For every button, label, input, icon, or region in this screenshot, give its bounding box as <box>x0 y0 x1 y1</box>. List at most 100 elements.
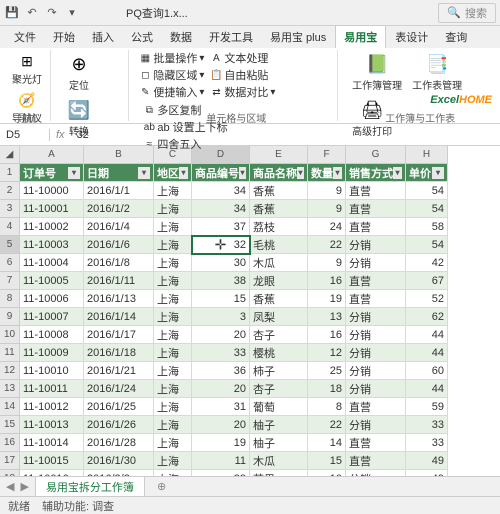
table-cell[interactable]: 22 <box>308 236 346 254</box>
table-cell[interactable]: 14 <box>308 434 346 452</box>
column-header[interactable]: F <box>308 146 346 164</box>
table-cell[interactable]: 11-10013 <box>20 416 84 434</box>
table-cell[interactable]: 2016/1/8 <box>84 254 154 272</box>
row-header[interactable]: 12 <box>0 362 20 380</box>
table-cell[interactable]: 15 <box>308 452 346 470</box>
table-cell[interactable]: 31 <box>192 398 250 416</box>
table-cell[interactable]: 上海 <box>154 398 192 416</box>
filter-dropdown-icon[interactable]: ▾ <box>393 167 402 179</box>
search-box[interactable]: 🔍 搜索 <box>438 3 496 23</box>
table-cell[interactable]: 分销 <box>346 236 406 254</box>
table-cell[interactable]: 分销 <box>346 254 406 272</box>
data-compare-button[interactable]: ⇄数据对比 ▾ <box>210 84 275 100</box>
free-paste-button[interactable]: 📋自由粘贴 <box>210 67 275 83</box>
undo-icon[interactable]: ↶ <box>24 5 40 21</box>
row-header[interactable]: 16 <box>0 434 20 452</box>
table-cell[interactable]: 19 <box>308 290 346 308</box>
table-cell[interactable]: 11-10011 <box>20 380 84 398</box>
sheet-nav-next-icon[interactable]: ▶ <box>20 480 28 493</box>
table-cell[interactable]: 直营 <box>346 452 406 470</box>
table-cell[interactable]: 36 <box>192 362 250 380</box>
table-cell[interactable]: 11-10003 <box>20 236 84 254</box>
filter-dropdown-icon[interactable]: ▾ <box>138 167 150 179</box>
row-header[interactable]: 2 <box>0 182 20 200</box>
table-cell[interactable]: 11-10000 <box>20 182 84 200</box>
table-cell[interactable]: 上海 <box>154 218 192 236</box>
text-process-button[interactable]: A文本处理 <box>210 50 275 66</box>
row-header[interactable]: 7 <box>0 272 20 290</box>
table-cell[interactable]: 2016/1/26 <box>84 416 154 434</box>
table-cell[interactable]: 20 <box>192 326 250 344</box>
table-cell[interactable]: 2016/1/30 <box>84 452 154 470</box>
locate-button[interactable]: ⊕定位 <box>61 50 97 94</box>
table-cell[interactable]: 37 <box>192 218 250 236</box>
table-cell[interactable]: 30 <box>192 254 250 272</box>
table-cell[interactable]: 樱桃 <box>250 344 308 362</box>
table-cell[interactable]: 11-10010 <box>20 362 84 380</box>
table-cell[interactable]: 2016/1/21 <box>84 362 154 380</box>
filter-dropdown-icon[interactable]: ▾ <box>68 167 80 179</box>
table-cell[interactable]: 直营 <box>346 218 406 236</box>
spotlight-button[interactable]: ⊞聚光灯 <box>8 50 46 88</box>
convert-button[interactable]: 🔄转换 <box>61 96 97 140</box>
table-cell[interactable]: 直营 <box>346 272 406 290</box>
row-header[interactable]: 6 <box>0 254 20 272</box>
table-cell[interactable]: 49 <box>406 452 448 470</box>
table-cell[interactable]: 11-10012 <box>20 398 84 416</box>
filter-dropdown-icon[interactable]: ▾ <box>297 167 304 179</box>
table-cell[interactable]: 荔枝 <box>250 218 308 236</box>
table-header-cell[interactable]: 销售方式▾ <box>346 164 406 182</box>
table-cell[interactable]: 9 <box>308 200 346 218</box>
ribbon-tab[interactable]: 查询 <box>437 26 475 48</box>
table-cell[interactable]: 22 <box>308 416 346 434</box>
row-header[interactable]: 15 <box>0 416 20 434</box>
table-cell[interactable]: 16 <box>308 272 346 290</box>
name-box[interactable]: D5 <box>0 129 50 141</box>
table-cell[interactable]: 34 <box>192 200 250 218</box>
ribbon-tab[interactable]: 公式 <box>123 26 161 48</box>
table-cell[interactable]: 2016/1/24 <box>84 380 154 398</box>
table-cell[interactable]: 上海 <box>154 416 192 434</box>
redo-icon[interactable]: ↷ <box>44 5 60 21</box>
table-cell[interactable]: 凤梨 <box>250 308 308 326</box>
table-cell[interactable]: 上海 <box>154 308 192 326</box>
table-cell[interactable]: 柚子 <box>250 416 308 434</box>
table-cell[interactable]: 上海 <box>154 326 192 344</box>
table-cell[interactable]: 毛桃 <box>250 236 308 254</box>
table-cell[interactable]: 香蕉 <box>250 182 308 200</box>
filter-dropdown-icon[interactable]: ▾ <box>333 167 342 179</box>
table-cell[interactable]: 15 <box>192 290 250 308</box>
save-icon[interactable]: 💾 <box>4 5 20 21</box>
round-button[interactable]: ≈四舍五入 <box>143 136 227 152</box>
table-cell[interactable]: 33 <box>406 416 448 434</box>
hide-area-button[interactable]: ◻隐藏区域 ▾ <box>139 67 204 83</box>
table-cell[interactable]: 2016/1/6 <box>84 236 154 254</box>
table-cell[interactable]: 11-10007 <box>20 308 84 326</box>
column-header[interactable]: E <box>250 146 308 164</box>
workbook-mgr-button[interactable]: 📗工作簿管理 <box>348 50 406 94</box>
table-header-cell[interactable]: 日期▾ <box>84 164 154 182</box>
row-header[interactable]: 17 <box>0 452 20 470</box>
table-header-cell[interactable]: 订单号▾ <box>20 164 84 182</box>
select-all-corner[interactable]: ◢ <box>0 146 20 164</box>
table-cell[interactable]: 25 <box>308 362 346 380</box>
table-cell[interactable]: 3 <box>192 308 250 326</box>
table-cell[interactable]: 上海 <box>154 254 192 272</box>
table-cell[interactable]: 11-10015 <box>20 452 84 470</box>
table-cell[interactable]: 上海 <box>154 182 192 200</box>
table-cell[interactable]: 分销 <box>346 362 406 380</box>
column-header[interactable]: H <box>406 146 448 164</box>
table-cell[interactable]: 11-10008 <box>20 326 84 344</box>
table-cell[interactable]: 分销 <box>346 380 406 398</box>
table-cell[interactable]: 杏子 <box>250 380 308 398</box>
table-cell[interactable]: 上海 <box>154 344 192 362</box>
row-header[interactable]: 1 <box>0 164 20 182</box>
table-cell[interactable]: 11-10009 <box>20 344 84 362</box>
ribbon-tab[interactable]: 易用宝 <box>335 25 386 48</box>
row-header[interactable]: 11 <box>0 344 20 362</box>
table-cell[interactable]: 11-10014 <box>20 434 84 452</box>
table-cell[interactable]: 54 <box>406 182 448 200</box>
ribbon-tab[interactable]: 易用宝 plus <box>262 26 334 48</box>
table-cell[interactable]: 11-10006 <box>20 290 84 308</box>
table-header-cell[interactable]: 数量▾ <box>308 164 346 182</box>
